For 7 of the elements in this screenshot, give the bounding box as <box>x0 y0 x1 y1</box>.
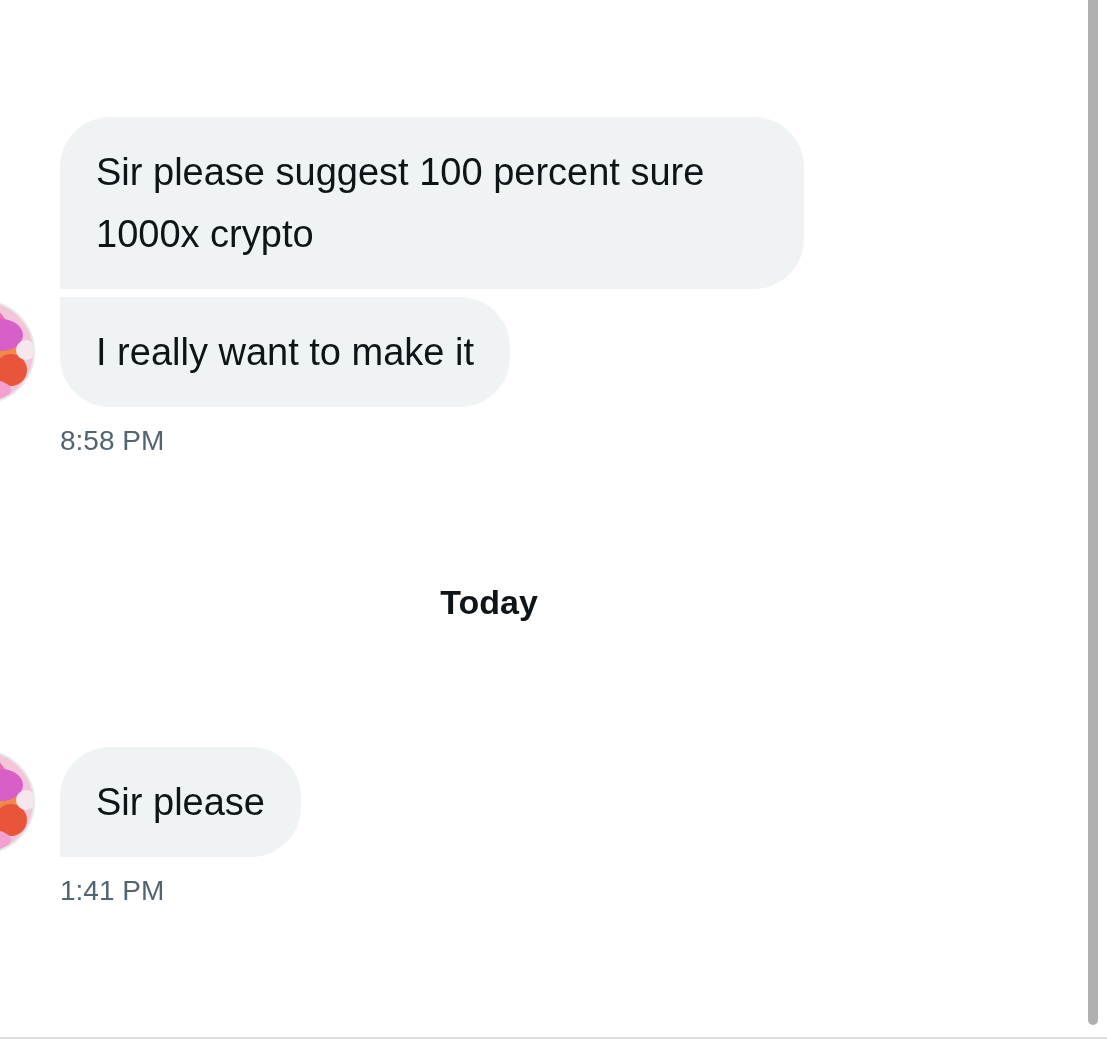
message-bubble: I really want to make it <box>60 297 511 407</box>
message-time: 1:41 PM <box>60 875 166 907</box>
message-bubble: Sir please suggest 100 percent sure 1000x crypto <box>60 117 804 289</box>
message-bubble: Sir please <box>60 747 301 857</box>
message-time: 8:58 PM <box>60 425 166 457</box>
scrollbar[interactable] <box>1088 0 1098 1025</box>
date-divider: Today <box>440 582 538 622</box>
